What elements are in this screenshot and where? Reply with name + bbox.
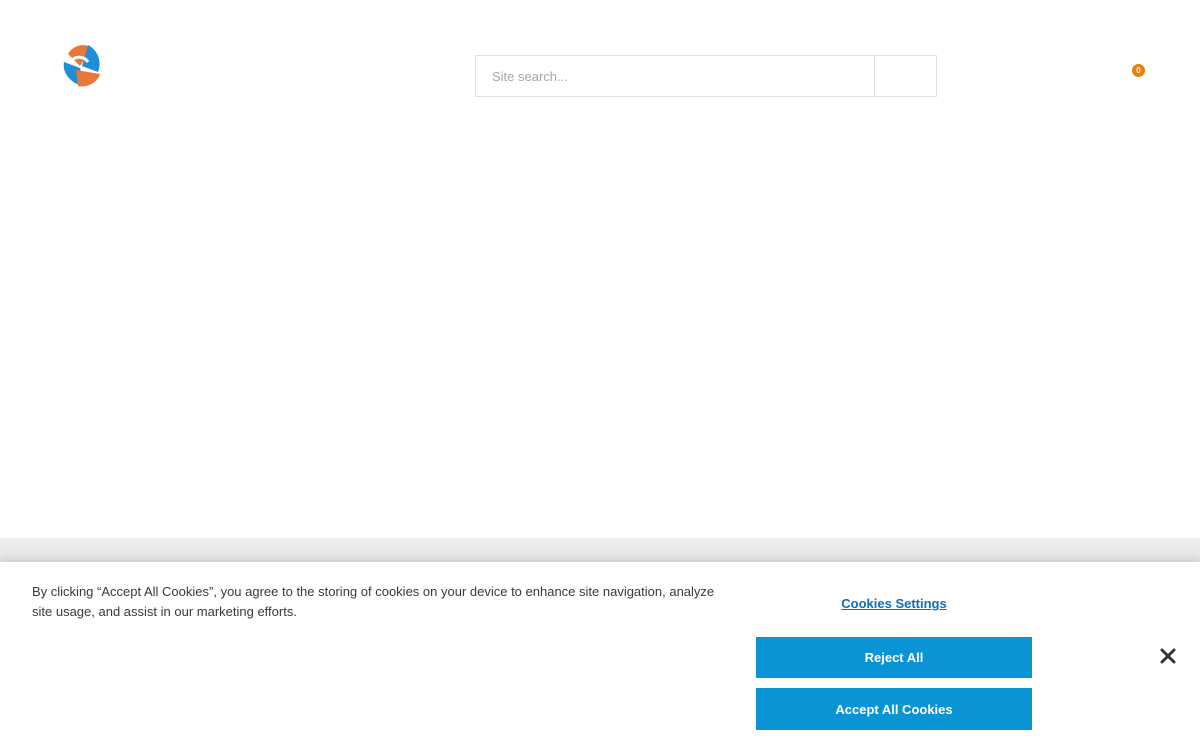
site-header: 0 — [0, 0, 1200, 130]
cookies-settings-link[interactable]: Cookies Settings — [756, 596, 1032, 611]
cookie-consent-banner: By clicking “Accept All Cookies”, you ag… — [0, 562, 1200, 750]
close-banner-button[interactable] — [1156, 644, 1180, 668]
page: 0 By clicking “Accept All Cookies”, you … — [0, 0, 1200, 750]
site-search-form — [475, 55, 937, 97]
close-icon — [1160, 648, 1176, 664]
search-button[interactable] — [874, 55, 937, 97]
banner-shadow — [0, 538, 1200, 562]
reject-all-button[interactable]: Reject All — [756, 637, 1032, 678]
cookie-message: By clicking “Accept All Cookies”, you ag… — [32, 584, 715, 619]
logo-link[interactable] — [58, 40, 106, 88]
cart-button[interactable]: 0 — [1108, 60, 1148, 90]
brand-logo — [63, 45, 100, 87]
accept-all-cookies-button[interactable]: Accept All Cookies — [756, 688, 1032, 730]
search-input[interactable] — [475, 55, 874, 97]
cart-count-badge: 0 — [1132, 64, 1145, 77]
